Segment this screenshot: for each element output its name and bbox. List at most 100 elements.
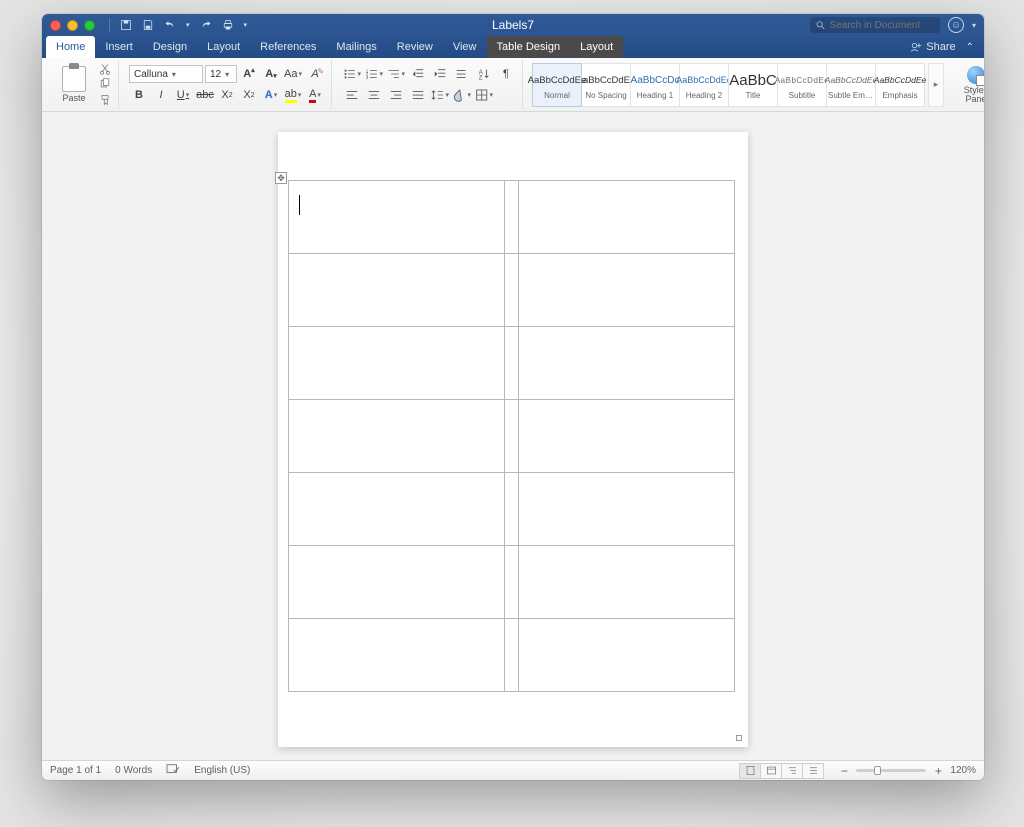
style-emphasis[interactable]: AaBbCcDdEeEmphasis bbox=[875, 63, 925, 107]
undo-dropdown[interactable]: ▾ bbox=[186, 21, 190, 29]
style-heading-2[interactable]: AaBbCcDdEeHeading 2 bbox=[679, 63, 729, 107]
align-right-button[interactable] bbox=[386, 86, 406, 104]
table-cell[interactable] bbox=[519, 254, 735, 327]
close-window-button[interactable] bbox=[50, 20, 61, 31]
table-cell[interactable] bbox=[519, 546, 735, 619]
table-cell[interactable] bbox=[505, 619, 519, 692]
tab-references[interactable]: References bbox=[250, 36, 326, 58]
collapse-ribbon-icon[interactable]: ⌃ bbox=[966, 42, 974, 53]
multilevel-list-button[interactable]: ▾ bbox=[386, 65, 406, 83]
word-count[interactable]: 0 Words bbox=[115, 765, 152, 776]
table-resize-handle-icon[interactable] bbox=[736, 735, 742, 741]
tab-table-design[interactable]: Table Design bbox=[487, 36, 571, 58]
table-cell[interactable] bbox=[289, 400, 505, 473]
minimize-window-button[interactable] bbox=[67, 20, 78, 31]
change-case-button[interactable]: Aa▾ bbox=[283, 65, 303, 83]
shrink-font-button[interactable]: A▾ bbox=[261, 65, 281, 83]
table-cell[interactable] bbox=[289, 254, 505, 327]
table-cell[interactable] bbox=[505, 254, 519, 327]
search-input[interactable] bbox=[830, 20, 935, 31]
cut-icon[interactable] bbox=[98, 63, 112, 75]
bullets-button[interactable]: ▾ bbox=[342, 65, 362, 83]
underline-button[interactable]: U▾ bbox=[173, 86, 193, 104]
zoom-slider[interactable] bbox=[856, 769, 926, 772]
autosave-icon[interactable] bbox=[120, 19, 132, 31]
table-cell[interactable] bbox=[505, 473, 519, 546]
label-table[interactable] bbox=[288, 180, 735, 692]
text-effects-button[interactable]: A▾ bbox=[261, 86, 281, 104]
zoom-out-button[interactable]: − bbox=[838, 765, 850, 777]
table-cell[interactable] bbox=[519, 400, 735, 473]
justify-button[interactable] bbox=[408, 86, 428, 104]
highlight-button[interactable]: ab▾ bbox=[283, 86, 303, 104]
outline-view-button[interactable] bbox=[781, 763, 803, 779]
shading-button[interactable]: ▾ bbox=[452, 86, 472, 104]
align-left-button[interactable] bbox=[342, 86, 362, 104]
clear-formatting-button[interactable]: A✎ bbox=[305, 65, 325, 83]
print-icon[interactable] bbox=[222, 19, 234, 31]
styles-more-button[interactable]: ▸ bbox=[928, 63, 944, 107]
page[interactable]: ✥ bbox=[278, 132, 748, 747]
font-size-combo[interactable]: 12▾ bbox=[205, 65, 237, 83]
copy-icon[interactable] bbox=[98, 78, 112, 90]
borders-button[interactable]: ▾ bbox=[474, 86, 494, 104]
italic-button[interactable]: I bbox=[151, 86, 171, 104]
show-marks-button[interactable]: ¶ bbox=[496, 65, 516, 83]
font-name-combo[interactable]: Calluna▾ bbox=[129, 65, 203, 83]
page-indicator[interactable]: Page 1 of 1 bbox=[50, 765, 101, 776]
save-icon[interactable] bbox=[142, 19, 154, 31]
undo-icon[interactable] bbox=[164, 19, 176, 31]
share-button[interactable]: Share bbox=[910, 41, 955, 53]
grow-font-button[interactable]: A▴ bbox=[239, 65, 259, 83]
style-no-spacing[interactable]: AaBbCcDdEeNo Spacing bbox=[581, 63, 631, 107]
strikethrough-button[interactable]: abc bbox=[195, 86, 215, 104]
document-area[interactable]: ✥ bbox=[42, 112, 984, 760]
style-subtle-emph-[interactable]: AaBbCcDdEeSubtle Emph... bbox=[826, 63, 876, 107]
table-cell[interactable] bbox=[289, 181, 505, 254]
font-color-button[interactable]: A▾ bbox=[305, 86, 325, 104]
qat-customize[interactable]: ▾ bbox=[244, 21, 248, 29]
align-center-button[interactable] bbox=[364, 86, 384, 104]
language-indicator[interactable]: English (US) bbox=[194, 765, 250, 776]
tab-layout[interactable]: Layout bbox=[197, 36, 250, 58]
table-move-handle-icon[interactable]: ✥ bbox=[275, 172, 287, 184]
feedback-dropdown[interactable]: ▾ bbox=[972, 21, 976, 30]
superscript-button[interactable]: X2 bbox=[239, 86, 259, 104]
table-cell[interactable] bbox=[519, 473, 735, 546]
style-normal[interactable]: AaBbCcDdEeNormal bbox=[532, 63, 582, 107]
zoom-window-button[interactable] bbox=[84, 20, 95, 31]
table-cell[interactable] bbox=[519, 327, 735, 400]
draft-view-button[interactable] bbox=[802, 763, 824, 779]
table-cell[interactable] bbox=[505, 400, 519, 473]
subscript-button[interactable]: X2 bbox=[217, 86, 237, 104]
sort-button[interactable]: AZ bbox=[474, 65, 494, 83]
feedback-icon[interactable]: ☺ bbox=[948, 17, 964, 33]
bold-button[interactable]: B bbox=[129, 86, 149, 104]
zoom-in-button[interactable]: + bbox=[932, 765, 944, 777]
format-painter-icon[interactable] bbox=[98, 94, 112, 106]
tab-review[interactable]: Review bbox=[387, 36, 443, 58]
tab-home[interactable]: Home bbox=[46, 36, 95, 58]
style-heading-1[interactable]: AaBbCcDcHeading 1 bbox=[630, 63, 680, 107]
tab-mailings[interactable]: Mailings bbox=[326, 36, 386, 58]
table-cell[interactable] bbox=[505, 546, 519, 619]
table-cell[interactable] bbox=[289, 327, 505, 400]
tab-table-layout[interactable]: Layout bbox=[570, 36, 623, 58]
redo-icon[interactable] bbox=[200, 19, 212, 31]
tab-design[interactable]: Design bbox=[143, 36, 197, 58]
table-cell[interactable] bbox=[289, 619, 505, 692]
zoom-thumb[interactable] bbox=[874, 766, 881, 775]
style-title[interactable]: AaBbCTitle bbox=[728, 63, 778, 107]
table-cell[interactable] bbox=[289, 473, 505, 546]
line-spacing-button[interactable]: ▾ bbox=[430, 86, 450, 104]
spellcheck-icon[interactable] bbox=[166, 763, 180, 778]
increase-indent-button[interactable] bbox=[430, 65, 450, 83]
decrease-indent-button[interactable] bbox=[408, 65, 428, 83]
tab-insert[interactable]: Insert bbox=[95, 36, 143, 58]
numbering-button[interactable]: 123▾ bbox=[364, 65, 384, 83]
zoom-level[interactable]: 120% bbox=[950, 765, 976, 776]
table-cell[interactable] bbox=[289, 546, 505, 619]
tab-view[interactable]: View bbox=[443, 36, 487, 58]
search-box[interactable] bbox=[810, 17, 940, 33]
web-layout-view-button[interactable] bbox=[760, 763, 782, 779]
